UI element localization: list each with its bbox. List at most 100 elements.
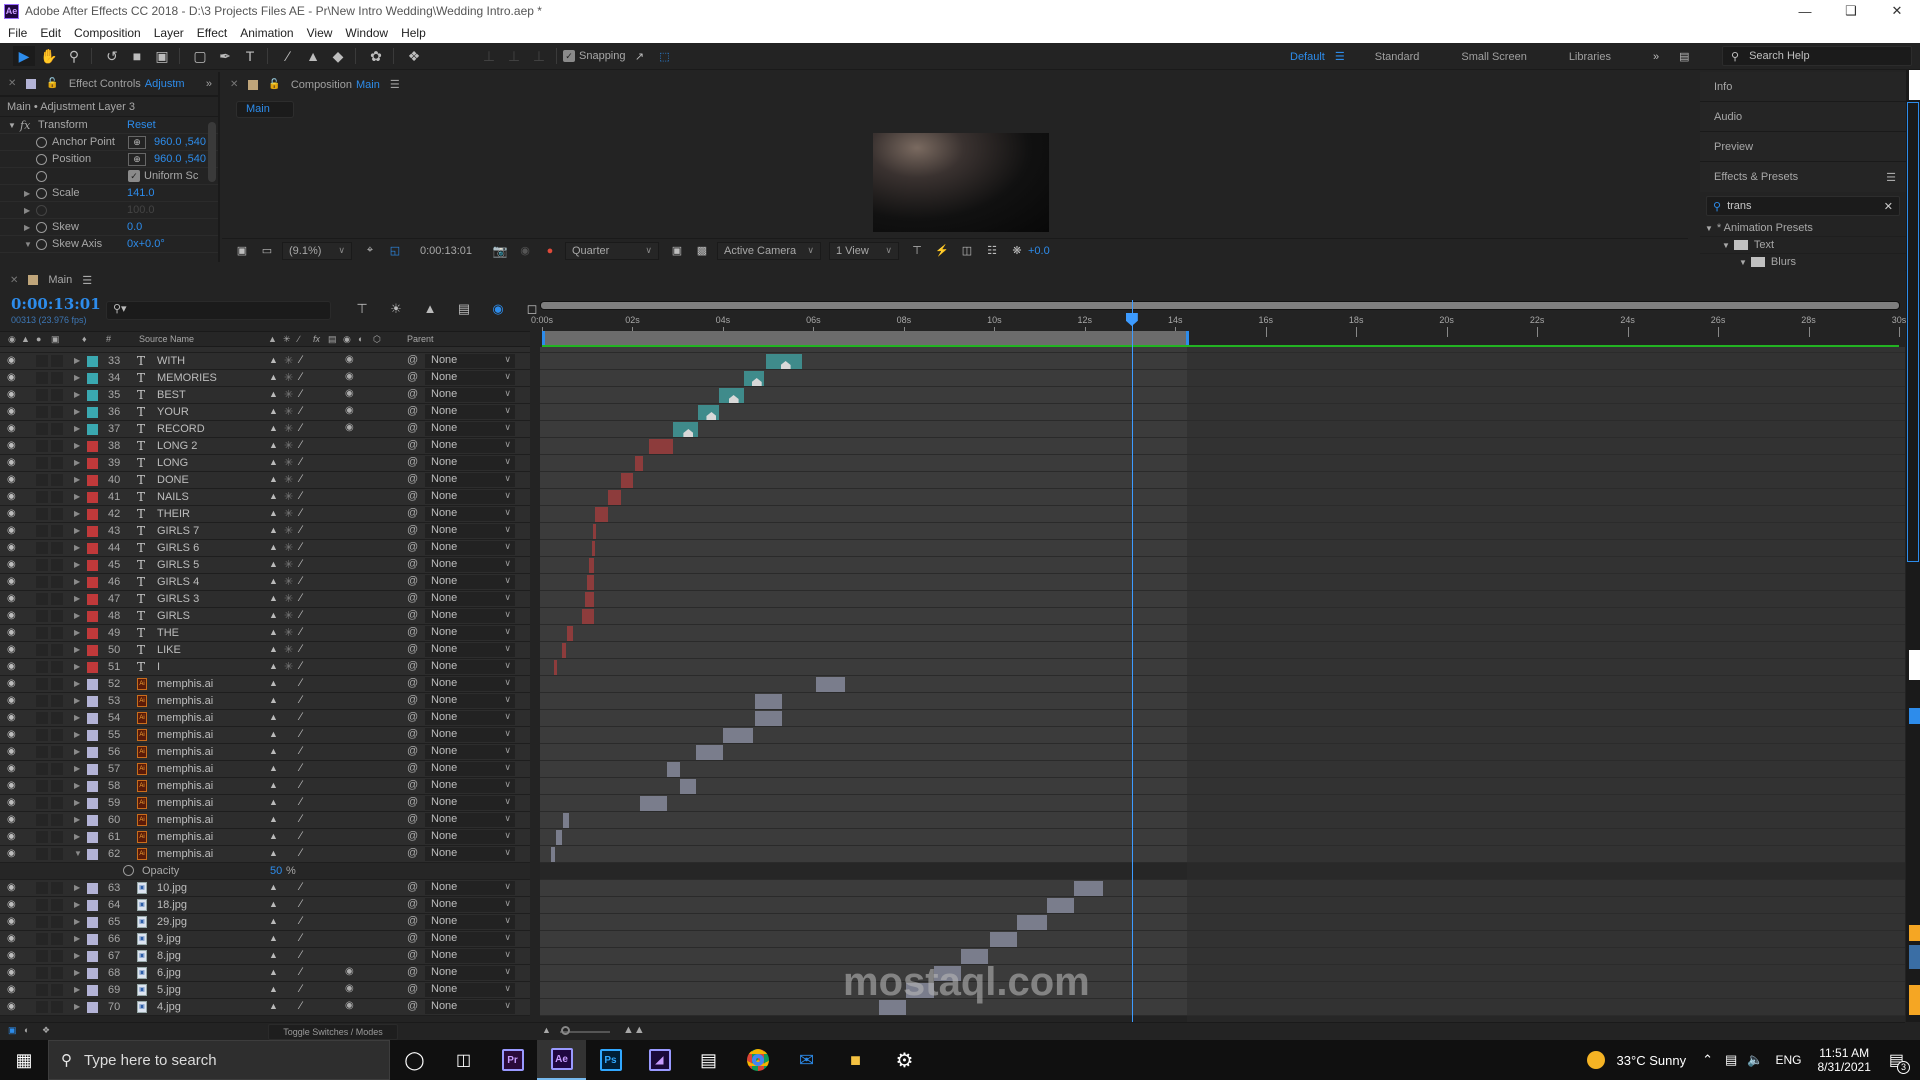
layer-row[interactable]: ◉ ▶ 44 T GIRLS 6 ▲ ✳ ∕ @ None ∨ (0, 540, 530, 557)
shy-switch-icon[interactable]: ▲ (269, 423, 278, 433)
lock-box[interactable] (51, 440, 63, 452)
eye-icon[interactable]: ◉ (7, 950, 16, 961)
twirl-right-icon[interactable]: ▶ (74, 543, 80, 552)
menu-layer[interactable]: Layer (154, 26, 184, 40)
zoom-tool-icon[interactable]: ⚲ (63, 46, 85, 66)
show-snapshot-icon[interactable]: ◉ (514, 241, 536, 261)
layer-name[interactable]: 18.jpg (157, 899, 187, 911)
parent-dropdown[interactable]: None ∨ (425, 983, 515, 997)
eye-icon[interactable]: ◉ (7, 474, 16, 485)
eye-icon[interactable]: ◉ (7, 372, 16, 383)
label-color-swatch[interactable] (87, 645, 98, 656)
layer-name[interactable]: 29.jpg (157, 916, 187, 928)
parent-pickwhip-icon[interactable]: @ (407, 575, 418, 587)
twirl-right-icon[interactable]: ▶ (74, 577, 80, 586)
layer-name[interactable]: MEMORIES (157, 372, 217, 384)
layer-duration-bar[interactable] (639, 796, 667, 811)
motion-blur-switch-icon[interactable]: ◉ (345, 1000, 357, 1013)
pen-tool-icon[interactable]: ✒ (214, 46, 236, 66)
layer-marker[interactable] (706, 412, 717, 420)
label-color-swatch[interactable] (87, 832, 98, 843)
layer-name[interactable]: memphis.ai (157, 831, 213, 843)
reset-exposure-icon[interactable]: ❋ (1006, 241, 1028, 261)
solo-box[interactable] (36, 678, 48, 690)
local-axis-icon[interactable]: ⊥ (478, 46, 500, 66)
current-time-display[interactable]: 0:00:13:01 (11, 295, 101, 313)
shy-switch-icon[interactable]: ▲ (269, 355, 278, 365)
layer-duration-bar[interactable] (591, 541, 595, 556)
label-color-swatch[interactable] (87, 730, 98, 741)
collapse-switch-icon[interactable]: ✳ (284, 490, 293, 503)
layer-row[interactable]: ◉ ▶ 56 Ai memphis.ai ▲ ∕ @ None ∨ (0, 744, 530, 761)
pan-behind-tool-icon[interactable]: ▣ (151, 46, 173, 66)
region-of-interest-icon[interactable]: ⌖ (359, 241, 381, 261)
tree-item-animation-presets[interactable]: ▼ * Animation Presets (1700, 220, 1906, 237)
label-color-swatch[interactable] (87, 985, 98, 996)
lock-box[interactable] (51, 780, 63, 792)
parent-pickwhip-icon[interactable]: @ (407, 405, 418, 417)
quality-switch-icon[interactable]: ∕ (300, 643, 302, 655)
shy-switch-icon[interactable]: ▲ (269, 610, 278, 620)
eye-icon[interactable]: ◉ (7, 576, 16, 587)
collapse-switch-icon[interactable]: ✳ (284, 388, 293, 401)
collapse-switch-icon[interactable]: ✳ (284, 507, 293, 520)
shy-switch-icon[interactable]: ▲ (269, 1001, 278, 1011)
layer-duration-bar[interactable] (595, 507, 608, 522)
layer-row[interactable]: ◉ ▶ 63 ▣ 10.jpg ▲ ∕ @ None ∨ (0, 880, 530, 897)
twirl-right-icon[interactable]: ▶ (74, 798, 80, 807)
effects-search-input[interactable]: ⚲ trans ✕ (1706, 196, 1900, 216)
shy-switch-icon[interactable]: ▲ (269, 661, 278, 671)
view-layout-dropdown[interactable]: 1 View ∨ (829, 241, 899, 260)
label-color-swatch[interactable] (87, 373, 98, 384)
parent-dropdown[interactable]: None ∨ (425, 575, 515, 589)
layer-duration-bar[interactable] (698, 405, 719, 420)
twirl-right-icon[interactable]: ▶ (74, 951, 80, 960)
label-color-swatch[interactable] (87, 713, 98, 724)
twirl-right-icon[interactable]: ▶ (74, 730, 80, 739)
parent-pickwhip-icon[interactable]: @ (407, 983, 418, 995)
stopwatch-icon[interactable] (36, 238, 47, 250)
eye-icon[interactable]: ◉ (7, 933, 16, 944)
collapse-switch-icon[interactable]: ✳ (284, 541, 293, 554)
label-color-swatch[interactable] (87, 458, 98, 469)
eye-icon[interactable]: ◉ (7, 559, 16, 570)
twirl-right-icon[interactable]: ▶ (74, 815, 80, 824)
parent-pickwhip-icon[interactable]: @ (407, 422, 418, 434)
layer-row[interactable]: ◉ ▶ 57 Ai memphis.ai ▲ ∕ @ None ∨ (0, 761, 530, 778)
eye-icon[interactable]: ◉ (7, 423, 16, 434)
solo-box[interactable] (36, 474, 48, 486)
layer-name[interactable]: 4.jpg (157, 1001, 181, 1013)
parent-dropdown[interactable]: None ∨ (425, 371, 515, 385)
volume-icon[interactable]: 🔈 (1747, 1052, 1763, 1068)
maximize-button[interactable]: ❑ (1828, 0, 1874, 22)
solo-box[interactable] (36, 967, 48, 979)
premiere-pro-icon[interactable]: Pr (488, 1040, 537, 1080)
reset-button[interactable]: Reset (127, 119, 156, 131)
layer-duration-bar[interactable] (581, 609, 595, 624)
layer-row[interactable]: ◉ ▶ 60 Ai memphis.ai ▲ ∕ @ None ∨ (0, 812, 530, 829)
menu-edit[interactable]: Edit (40, 26, 61, 40)
lock-box[interactable] (51, 899, 63, 911)
parent-dropdown[interactable]: None ∨ (425, 677, 515, 691)
twirl-right-icon[interactable]: ▶ (74, 900, 80, 909)
twirl-down-icon[interactable]: ▼ (74, 849, 82, 858)
layer-duration-bar[interactable] (587, 575, 595, 590)
layer-row[interactable]: ◉ ▶ 65 ▣ 29.jpg ▲ ∕ @ None ∨ (0, 914, 530, 931)
solo-box[interactable] (36, 406, 48, 418)
layer-name[interactable]: RECORD (157, 423, 205, 435)
lock-box[interactable] (51, 474, 63, 486)
layer-duration-bar[interactable] (723, 728, 753, 743)
shy-switch-icon[interactable]: ▲ (269, 950, 278, 960)
label-color-swatch[interactable] (87, 611, 98, 622)
eye-icon[interactable]: ◉ (7, 678, 16, 689)
layer-row[interactable]: ◉ ▶ 68 ▣ 6.jpg ▲ ∕ ◉ @ None ∨ (0, 965, 530, 982)
eye-icon[interactable]: ◉ (7, 848, 16, 859)
layer-name[interactable]: memphis.ai (157, 729, 213, 741)
quality-switch-icon[interactable]: ∕ (300, 677, 302, 689)
lock-box[interactable] (51, 508, 63, 520)
eye-icon[interactable]: ◉ (7, 457, 16, 468)
twirl-right-icon[interactable]: ▶ (74, 475, 80, 484)
effect-transform-row[interactable]: ▼ fx Transform Reset (0, 117, 218, 134)
shy-switch-icon[interactable]: ▲ (269, 508, 278, 518)
quality-switch-icon[interactable]: ∕ (300, 490, 302, 502)
